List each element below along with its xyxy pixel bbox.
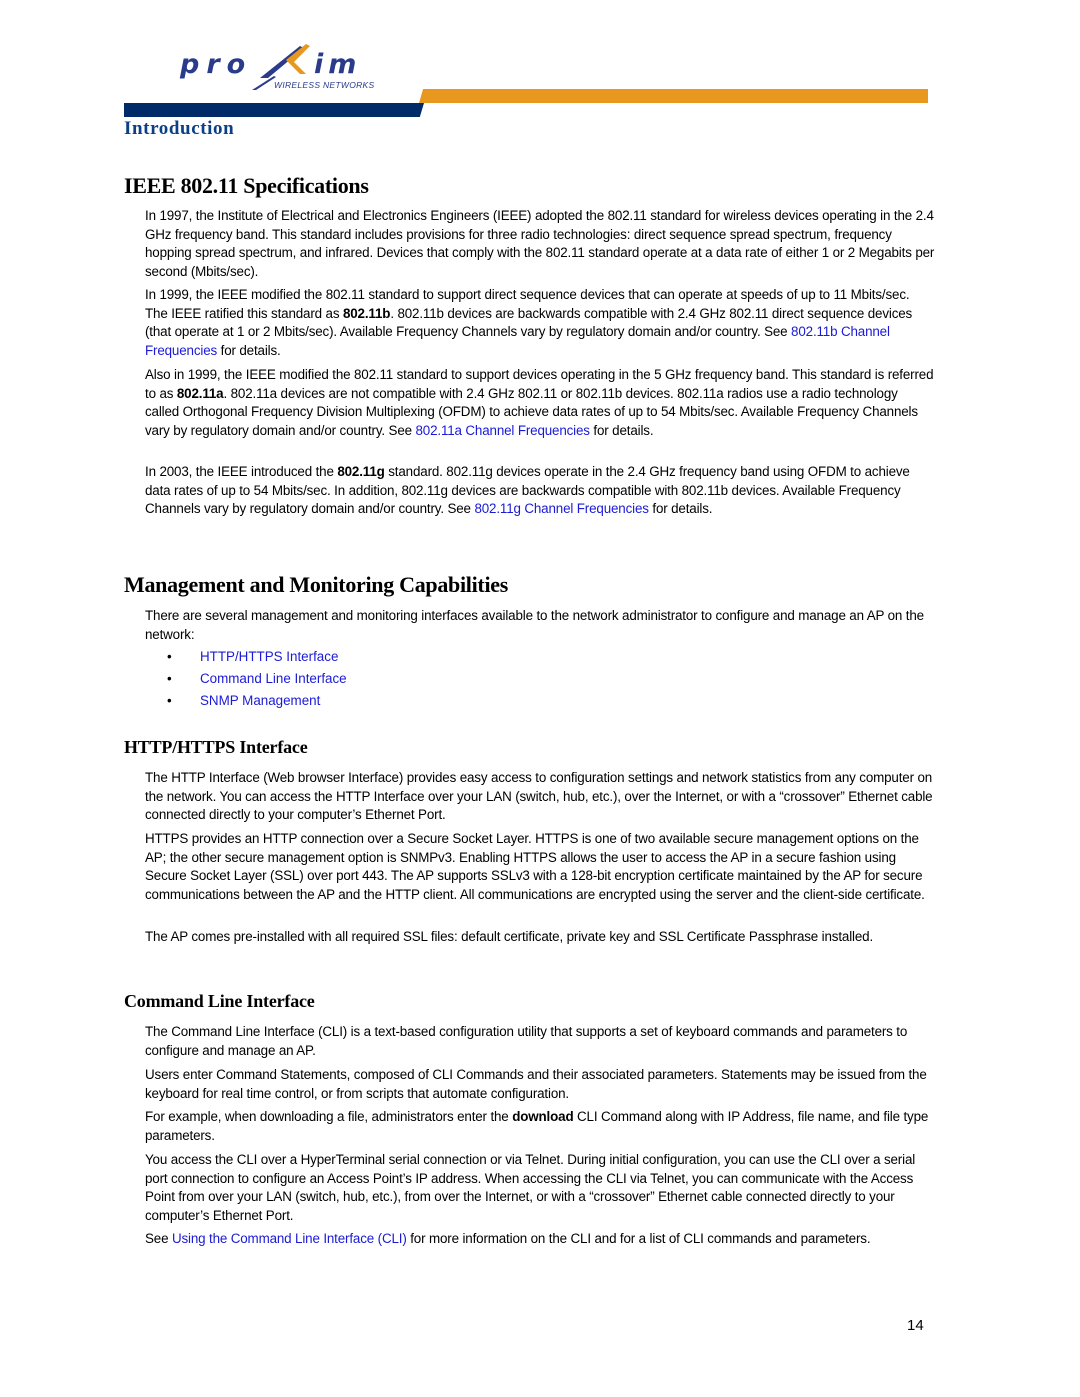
ieee-paragraph-3: Also in 1999, the IEEE modified the 802.… — [145, 367, 934, 438]
link-using-the-cli[interactable]: Using the Command Line Interface (CLI) — [172, 1231, 407, 1246]
link-802-11a-channel-frequencies[interactable]: 802.11a Channel Frequencies — [415, 423, 590, 438]
cli-paragraph-2: Users enter Command Statements, composed… — [145, 1067, 927, 1101]
header-bar-orange — [419, 89, 928, 103]
ieee-paragraph-1: In 1997, the Institute of Electrical and… — [145, 208, 935, 279]
link-command-line-interface[interactable]: Command Line Interface — [200, 671, 347, 686]
management-heading: Management and Monitoring Capabilities — [124, 572, 508, 597]
bullet-icon: • — [167, 671, 172, 686]
ieee-heading: IEEE 802.11 Specifications — [124, 173, 369, 198]
cli-paragraph-4: You access the CLI over a HyperTerminal … — [145, 1152, 916, 1223]
header-bar-blue — [124, 103, 424, 117]
logo-tagline: WIRELESS NETWORKS — [274, 80, 375, 90]
management-interface-list: • HTTP/HTTPS Interface • Command Line Inte… — [167, 648, 347, 714]
http-paragraph-3: The AP comes pre-installed with all requ… — [145, 929, 874, 944]
link-snmp-management[interactable]: SNMP Management — [200, 693, 320, 708]
ieee-paragraph-2: In 1999, the IEEE modified the 802.11 st… — [145, 287, 913, 358]
ieee-paragraph-4: In 2003, the IEEE introduced the 802.11g… — [145, 464, 910, 516]
bullet-icon: • — [167, 649, 172, 664]
http-heading: HTTP/HTTPS Interface — [124, 737, 308, 757]
section-label: Introduction — [124, 118, 235, 139]
logo-wordmark-left: pro — [179, 49, 252, 80]
proxim-logo-icon: pro im WIRELESS NETWORKS — [179, 44, 375, 90]
logo-wordmark-right: im — [314, 49, 361, 80]
bullet-icon: • — [167, 693, 172, 708]
management-intro: There are several management and monitor… — [145, 608, 924, 642]
list-item: • Command Line Interface — [167, 670, 347, 692]
cli-paragraph-5: See Using the Command Line Interface (CL… — [145, 1231, 871, 1246]
cli-heading: Command Line Interface — [124, 991, 315, 1011]
page-number: 14 — [907, 1317, 924, 1334]
cli-paragraph-1: The Command Line Interface (CLI) is a te… — [145, 1024, 908, 1058]
document-page: pro im WIRELESS NETWORKS Introduction IE… — [0, 0, 1080, 1397]
list-item: • HTTP/HTTPS Interface — [167, 648, 347, 670]
cli-paragraph-3: For example, when downloading a file, ad… — [145, 1109, 929, 1143]
list-item: • SNMP Management — [167, 692, 347, 714]
link-802-11g-channel-frequencies[interactable]: 802.11g Channel Frequencies — [474, 501, 649, 516]
http-paragraph-2: HTTPS provides an HTTP connection over a… — [145, 831, 925, 902]
link-http-https-interface[interactable]: HTTP/HTTPS Interface — [200, 649, 338, 664]
logo-swoosh-blue — [260, 46, 304, 78]
proxim-logo: pro im WIRELESS NETWORKS — [178, 40, 378, 92]
http-paragraph-1: The HTTP Interface (Web browser Interfac… — [145, 770, 933, 822]
